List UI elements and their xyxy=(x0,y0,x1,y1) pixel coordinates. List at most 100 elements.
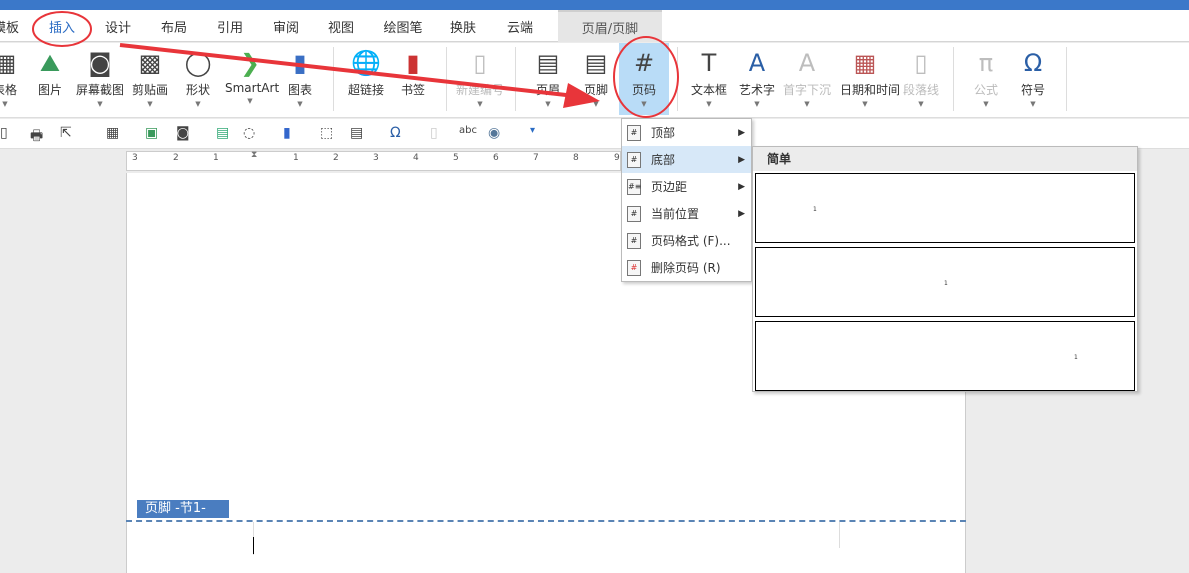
tab-6[interactable]: 视图 xyxy=(328,10,354,42)
page-number-bottom-center-option[interactable]: 1 xyxy=(755,247,1135,317)
menu-item-2[interactable]: #≡ 页边距 ▶ xyxy=(622,173,751,200)
textbox-icon: T xyxy=(701,49,717,77)
clipart-icon: ▩ xyxy=(138,49,162,77)
datetime-icon: ▦ xyxy=(853,49,877,77)
submenu-header: 简单 xyxy=(753,147,1137,171)
page-number-position-icon: # xyxy=(627,205,641,222)
ribbon-button-symbol[interactable]: Ω 符号 ▼ xyxy=(1008,43,1058,115)
chevron-down-icon: ▼ xyxy=(247,97,253,105)
menu-item-1[interactable]: # 底部 ▶ xyxy=(622,146,751,173)
select-icon[interactable]: ⇱ xyxy=(60,125,72,141)
ribbon-button-hyperlink[interactable]: 🌐 超链接 xyxy=(341,43,391,115)
margin-guide xyxy=(839,522,840,548)
chevron-down-icon: ▼ xyxy=(804,100,810,108)
clipart-icon[interactable]: ▤ xyxy=(216,125,229,141)
tab-2[interactable]: 设计 xyxy=(105,10,131,42)
ribbon-button-footer[interactable]: ▤ 页脚 ▼ xyxy=(571,43,621,115)
ruler-tick-label: 3 xyxy=(132,153,138,163)
formula-icon: π xyxy=(978,49,994,77)
ribbon-button-wordart[interactable]: A 艺术字 ▼ xyxy=(732,43,782,115)
chevron-down-icon: ▼ xyxy=(641,100,647,108)
menu-item-label: 底部 xyxy=(651,153,676,167)
ribbon-separator xyxy=(515,47,516,111)
shapes-icon[interactable]: ◌ xyxy=(243,125,255,141)
title-bar xyxy=(0,0,1189,10)
page-number-bottom-left-option[interactable]: 1 xyxy=(755,173,1135,243)
menu-item-3[interactable]: # 当前位置 ▶ xyxy=(622,200,751,227)
ribbon-button-label: 书签 xyxy=(400,83,425,97)
tab-3[interactable]: 布局 xyxy=(161,10,187,42)
symbol-icon[interactable]: Ω xyxy=(390,125,401,141)
table-icon[interactable]: ▦ xyxy=(106,125,119,141)
ruler-tick-label: 1 xyxy=(213,153,219,163)
chevron-right-icon: ▶ xyxy=(738,127,745,138)
preview-number: 1 xyxy=(1074,354,1078,361)
ribbon-button-picture[interactable]: ⛰ 图片 xyxy=(25,43,75,115)
ribbon-button-formula[interactable]: π 公式 ▼ xyxy=(961,43,1011,115)
tab-8[interactable]: 换肤 xyxy=(450,10,476,42)
print-icon[interactable]: 🖶 xyxy=(30,125,43,149)
wordart-icon: A xyxy=(748,49,766,77)
ribbon-button-datetime[interactable]: ▦ 日期和时间 ▼ xyxy=(840,43,900,115)
ruler-tick-label: 2 xyxy=(173,153,179,163)
menu-item-4[interactable]: # 页码格式 (F)... xyxy=(622,227,751,254)
ribbon-separator xyxy=(1066,47,1067,111)
chevron-down-icon: ▼ xyxy=(706,100,712,108)
ribbon-button-label: 超链接 xyxy=(347,83,384,97)
menu-item-label: 页码格式 (F)... xyxy=(651,234,731,248)
footer-section-label: 页脚 -节1- xyxy=(137,500,229,518)
indent-marker[interactable]: ⧗ xyxy=(251,150,257,160)
ruler-tick-label: 7 xyxy=(533,153,539,163)
file-icon[interactable]: ▯ xyxy=(0,125,8,141)
page-number-position-icon: # xyxy=(627,124,641,141)
menu-item-label: 删除页码 (R) xyxy=(651,261,721,275)
ribbon-button-shapes[interactable]: ◯ 形状 ▼ xyxy=(173,43,223,115)
ribbon-button-textbox[interactable]: T 文本框 ▼ xyxy=(684,43,734,115)
ribbon-button-header[interactable]: ▤ 页眉 ▼ xyxy=(523,43,573,115)
tab-4[interactable]: 引用 xyxy=(217,10,243,42)
tab-7[interactable]: 绘图笔 xyxy=(383,10,422,42)
ribbon-button-label: 段落线 xyxy=(902,83,939,97)
page-number-bottom-right-option[interactable]: 1 xyxy=(755,321,1135,391)
tab-5[interactable]: 审阅 xyxy=(273,10,299,42)
ribbon-button-bookmark[interactable]: ▮ 书签 xyxy=(388,43,438,115)
spellcheck-icon[interactable]: abc xyxy=(459,125,477,136)
screenshot-icon[interactable]: ◙ xyxy=(176,125,190,141)
textbox-select-icon[interactable]: ⬚ xyxy=(320,125,333,141)
ribbon-button-label: 符号 xyxy=(1020,83,1045,97)
customize-toolbar-icon[interactable]: ▾ xyxy=(530,125,535,136)
page-number-position-icon: # xyxy=(627,232,641,249)
ribbon-button-label: 图表 xyxy=(287,83,312,97)
picture-icon[interactable]: ▣ xyxy=(145,125,158,141)
smartart-icon: ❯ xyxy=(239,49,261,77)
menu-item-5[interactable]: # 删除页码 (R) xyxy=(622,254,751,281)
preview-icon[interactable]: ◉ xyxy=(488,125,500,141)
horizontal-ruler[interactable]: 3 2 1 1 2 3 4 5 6 7 8 9 ⧗ xyxy=(126,150,621,171)
textbox-icon[interactable]: ▤ xyxy=(350,125,363,141)
ribbon-button-chart[interactable]: ▮ 图表 ▼ xyxy=(275,43,325,115)
ribbon-button-clipart[interactable]: ▩ 剪贴画 ▼ xyxy=(125,43,175,115)
page-number-icon: # xyxy=(633,49,655,77)
ribbon-button-label: 文本框 xyxy=(690,83,727,97)
ribbon-button-label: 页码 xyxy=(631,83,656,97)
ribbon-button-screenshot[interactable]: ◙ 屏幕截图 ▼ xyxy=(75,43,125,115)
menu-item-0[interactable]: # 顶部 ▶ xyxy=(622,119,751,146)
tab-1[interactable]: 插入 xyxy=(49,10,75,42)
tab-header-footer[interactable]: 页眉/页脚 xyxy=(558,10,662,42)
tab-9[interactable]: 云端 xyxy=(507,10,533,42)
ribbon-button-label: SmartArt xyxy=(225,81,280,95)
footer-icon: ▤ xyxy=(584,49,608,77)
ribbon-button-dropcap[interactable]: A 首字下沉 ▼ xyxy=(782,43,832,115)
chevron-down-icon: ▼ xyxy=(1030,100,1036,108)
page-number-position-icon: # xyxy=(627,151,641,168)
ribbon-button-smartart[interactable]: ❯ SmartArt ▼ xyxy=(225,43,280,115)
chart-icon[interactable]: ▮ xyxy=(283,125,291,141)
ribbon-separator xyxy=(677,47,678,111)
preview-number: 1 xyxy=(944,280,948,287)
chart-icon: ▮ xyxy=(293,49,307,77)
tab-0[interactable]: 模板 xyxy=(0,10,19,42)
ribbon-button-new-number[interactable]: ▯ 新建编号 ▼ xyxy=(455,43,505,115)
ribbon-button-page-number[interactable]: # 页码 ▼ xyxy=(619,43,669,115)
ribbon-button-paragraph-line[interactable]: ▯ 段落线 ▼ xyxy=(896,43,946,115)
blank-page-icon[interactable]: ▯ xyxy=(430,125,438,141)
